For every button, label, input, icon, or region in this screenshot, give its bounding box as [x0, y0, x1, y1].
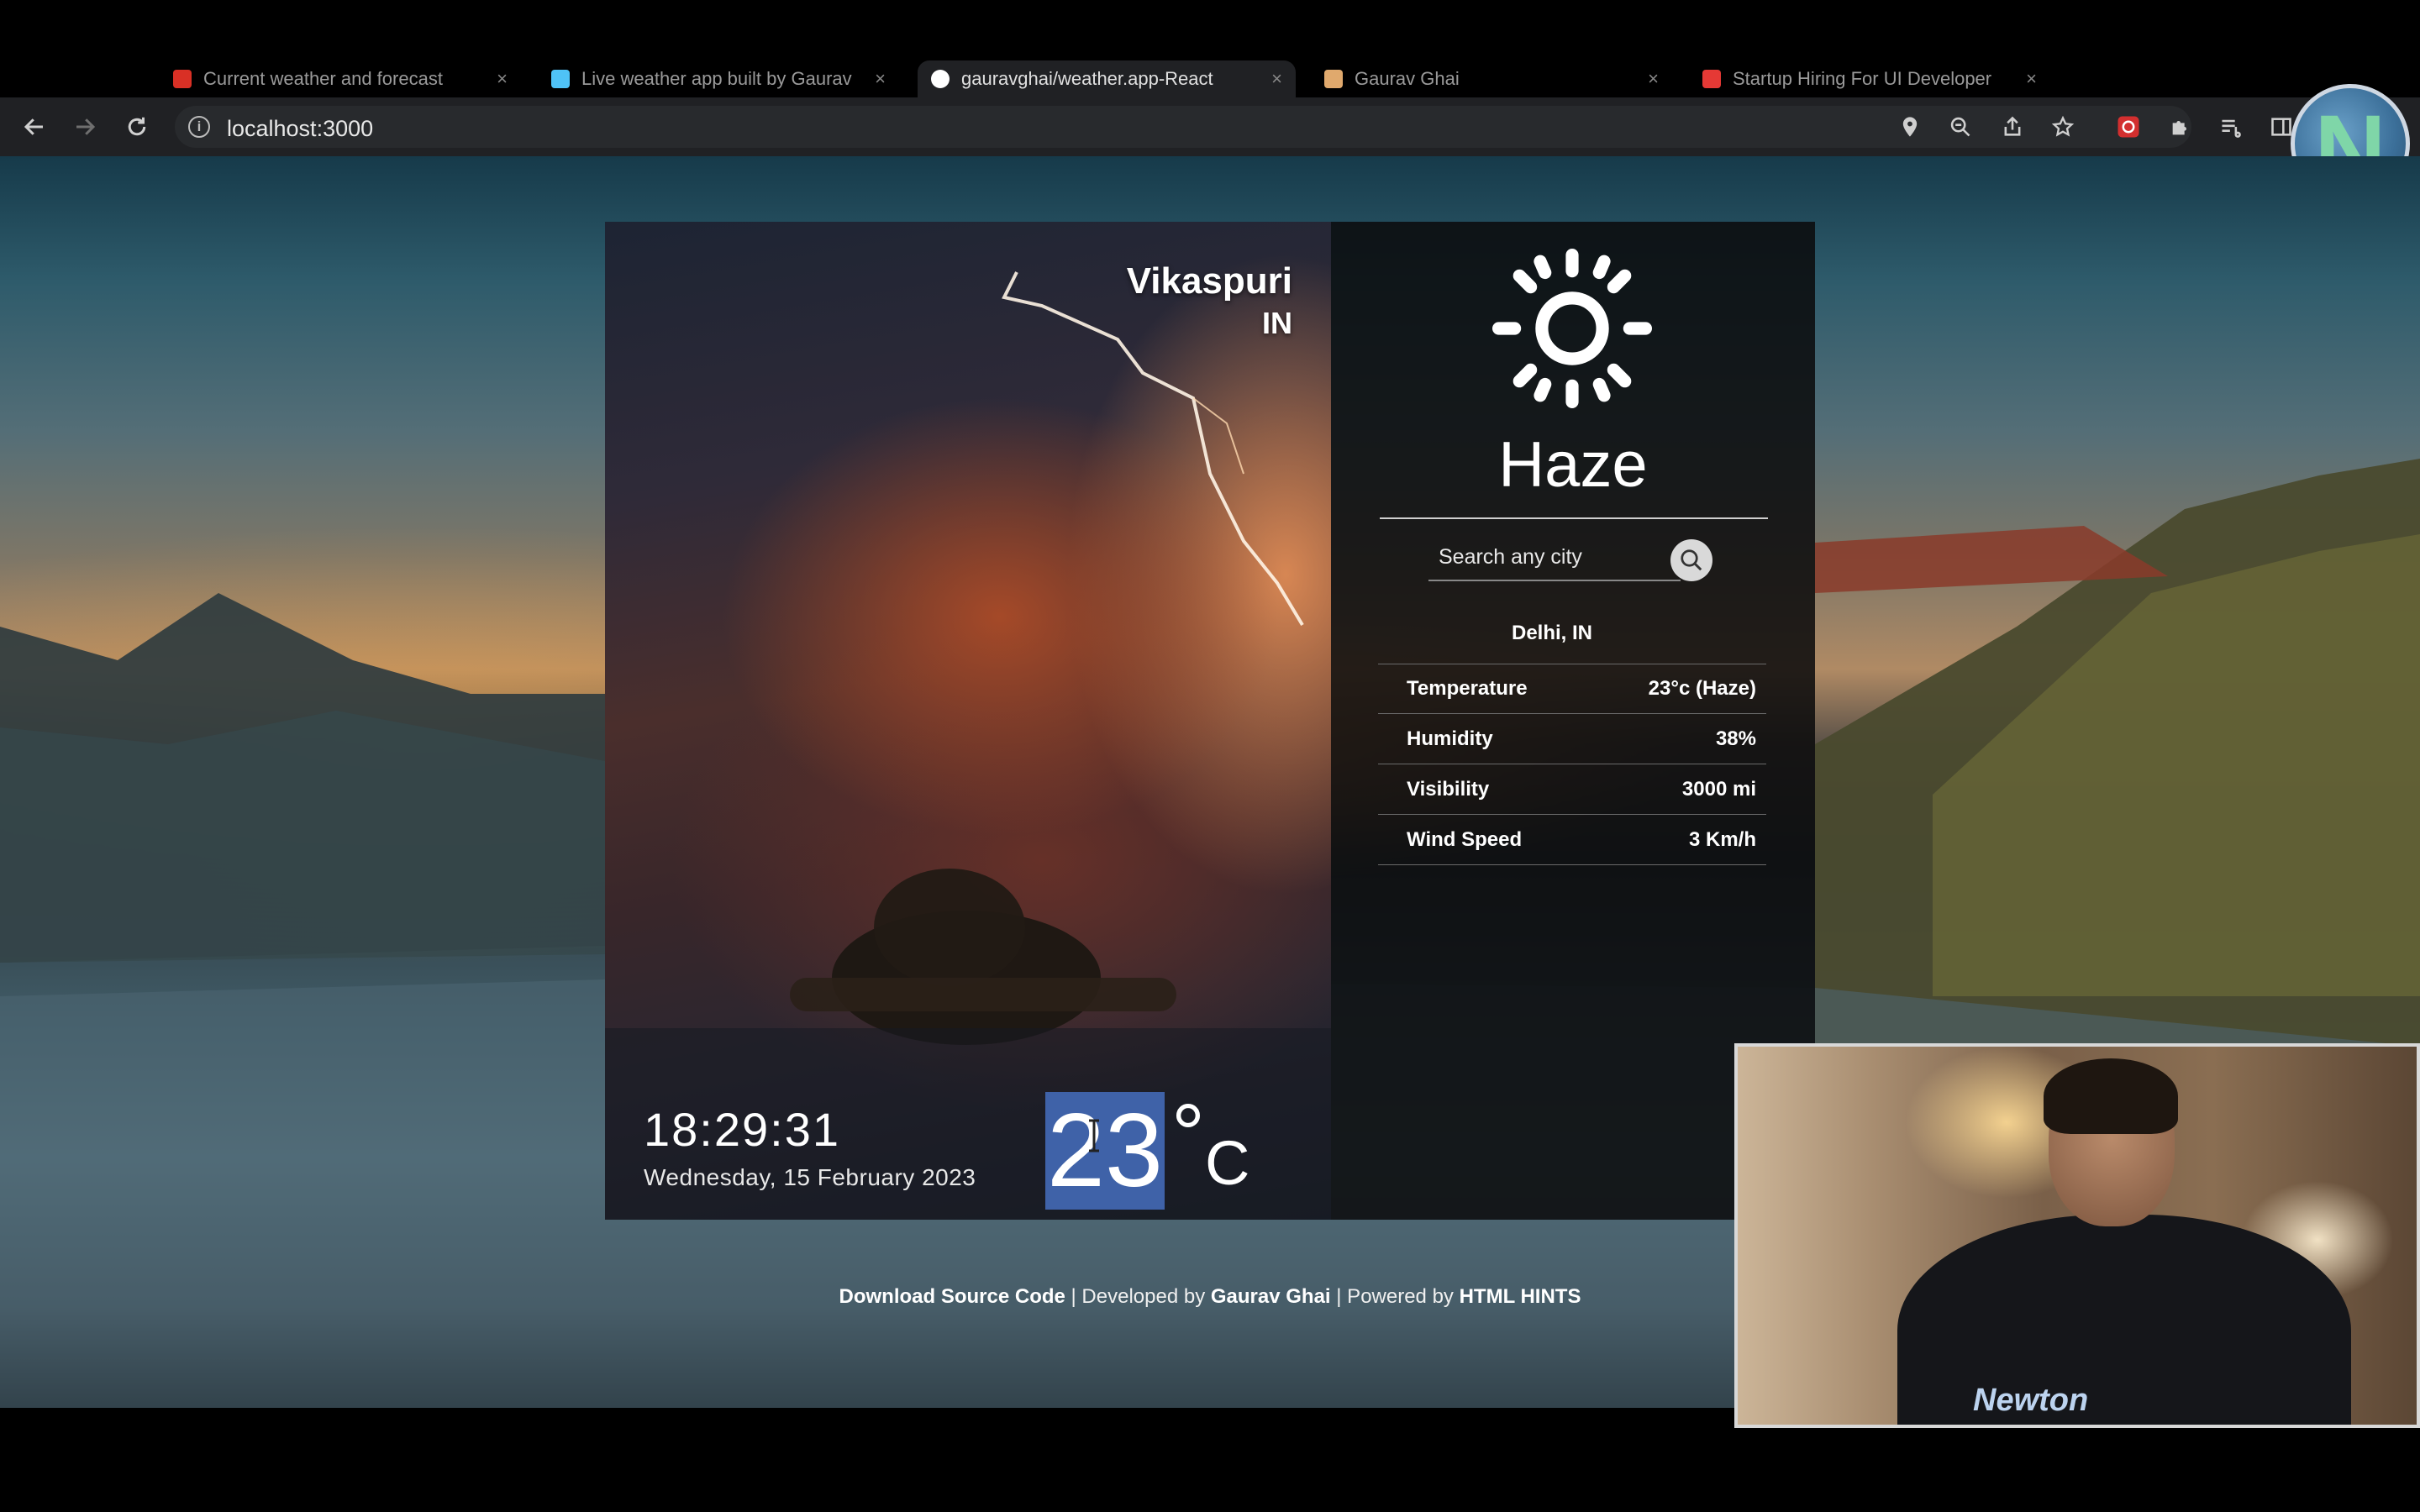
zoom-button[interactable] — [1943, 109, 1978, 144]
country-code: IN — [1262, 306, 1292, 340]
condition-divider — [1380, 517, 1768, 519]
stat-row-humidity: Humidity 38% — [1378, 714, 1766, 764]
webcam-overlay: Newton — [1734, 1043, 2420, 1428]
presenter-body — [1897, 1215, 2351, 1425]
arrow-right-icon — [76, 118, 96, 135]
footer-separator: | Developed by — [1065, 1285, 1211, 1308]
stat-label: Wind Speed — [1407, 827, 1523, 851]
url-text[interactable]: localhost:3000 — [227, 116, 373, 142]
address-bar[interactable]: i localhost:3000 — [175, 106, 2191, 148]
reading-list-button[interactable] — [2213, 109, 2249, 144]
zoom-out-icon — [1950, 117, 1970, 137]
site-info-icon[interactable]: i — [188, 116, 210, 138]
share-button[interactable] — [1995, 109, 2030, 144]
city-search-input[interactable] — [1428, 534, 1681, 580]
current-date: Wednesday, 15 February 2023 — [644, 1164, 976, 1190]
location-pin-icon — [1902, 117, 1918, 137]
reload-icon — [128, 117, 146, 136]
extensions-button[interactable] — [2163, 109, 2198, 144]
search-button[interactable] — [1670, 539, 1712, 581]
sun-icon — [1492, 249, 1652, 408]
browser-toolbar: i localhost:3000 — [0, 97, 2420, 156]
weather-stats-list: Temperature 23°c (Haze) Humidity 38% Vis… — [1378, 664, 1766, 865]
powered-by-link[interactable]: HTML HINTS — [1460, 1285, 1581, 1308]
tab-close-icon[interactable]: × — [2026, 68, 2037, 90]
stat-label: Temperature — [1407, 677, 1528, 700]
author-link[interactable]: Gaurav Ghai — [1211, 1285, 1331, 1308]
stat-label: Humidity — [1407, 727, 1493, 750]
media-queue-icon — [2222, 119, 2241, 138]
tab-favicon — [173, 70, 192, 88]
tab-close-icon[interactable]: × — [1648, 68, 1659, 90]
tab-favicon — [551, 70, 570, 88]
tab-favicon — [1324, 70, 1343, 88]
tab-title: Gaurav Ghai — [1355, 68, 1460, 89]
tab-favicon — [1702, 70, 1721, 88]
stat-row-visibility: Visibility 3000 mi — [1378, 764, 1766, 815]
stat-row-wind-speed: Wind Speed 3 Km/h — [1378, 815, 1766, 865]
share-icon — [2004, 116, 2021, 136]
tab-4[interactable]: Gaurav Ghai × — [1311, 60, 1672, 97]
current-time: 18:29:31 — [644, 1103, 840, 1156]
stat-value: 23°c (Haze) — [1648, 677, 1756, 700]
tab-strip: Current weather and forecast × Live weat… — [0, 0, 2420, 97]
presenter-hair — [2044, 1058, 2178, 1134]
tab-close-icon[interactable]: × — [875, 68, 886, 90]
tab-close-icon[interactable]: × — [497, 68, 508, 90]
tab-1[interactable]: Current weather and forecast × — [160, 60, 521, 97]
back-button[interactable] — [17, 109, 52, 144]
github-favicon-icon — [931, 70, 950, 88]
city-block: Vikaspuri IN — [1127, 260, 1292, 341]
temperature-unit: C — [1204, 1128, 1250, 1198]
tab-3-active[interactable]: gauravghai/weather.app-React × — [918, 60, 1296, 97]
star-icon — [2051, 115, 2075, 137]
stat-value: 3000 mi — [1681, 777, 1756, 801]
text-cursor-icon — [1089, 1119, 1099, 1152]
side-panel-icon — [2271, 118, 2291, 136]
bookmark-button[interactable] — [2045, 109, 2081, 144]
tab-title: gauravghai/weather.app-React — [961, 68, 1213, 89]
search-icon — [1681, 549, 1702, 571]
location-button[interactable] — [1892, 109, 1928, 144]
weather-image-panel: Vikaspuri IN 18:29:31 Wednesday, 15 Febr… — [605, 222, 1331, 1220]
weather-condition: Haze — [1498, 429, 1648, 501]
tab-5[interactable]: Startup Hiring For UI Developer × — [1689, 60, 2050, 97]
extension-red-icon — [2118, 116, 2139, 138]
tab-title: Live weather app built by Gaurav — [581, 68, 852, 89]
arrow-left-icon — [24, 118, 43, 135]
temperature-value[interactable]: 23 — [1045, 1092, 1165, 1210]
degree-symbol: ° — [1171, 1087, 1205, 1181]
temperature-display: 23 ° C — [1045, 1092, 1249, 1210]
hoodie-logo-text: Newton — [1973, 1383, 2089, 1418]
tab-close-icon[interactable]: × — [1271, 68, 1282, 90]
footer-separator: | Powered by — [1330, 1285, 1460, 1308]
tab-title: Startup Hiring For UI Developer — [1733, 68, 1992, 89]
searched-location: Delhi, IN — [1511, 622, 1592, 644]
stat-value: 38% — [1715, 727, 1756, 750]
tab-title: Current weather and forecast — [203, 68, 443, 89]
puzzle-icon — [2172, 121, 2186, 135]
stat-label: Visibility — [1407, 777, 1490, 801]
stat-row-temperature: Temperature 23°c (Haze) — [1378, 664, 1766, 714]
lightning-illustration — [605, 271, 1331, 1220]
forward-button[interactable] — [67, 109, 103, 144]
extension-red-button[interactable] — [2111, 109, 2146, 144]
stat-value: 3 Km/h — [1688, 827, 1756, 851]
city-name: Vikaspuri — [1126, 260, 1292, 302]
reload-button[interactable] — [119, 109, 155, 144]
search-box — [1428, 534, 1681, 581]
download-source-link[interactable]: Download Source Code — [839, 1285, 1065, 1308]
tab-2[interactable]: Live weather app built by Gaurav × — [538, 60, 899, 97]
